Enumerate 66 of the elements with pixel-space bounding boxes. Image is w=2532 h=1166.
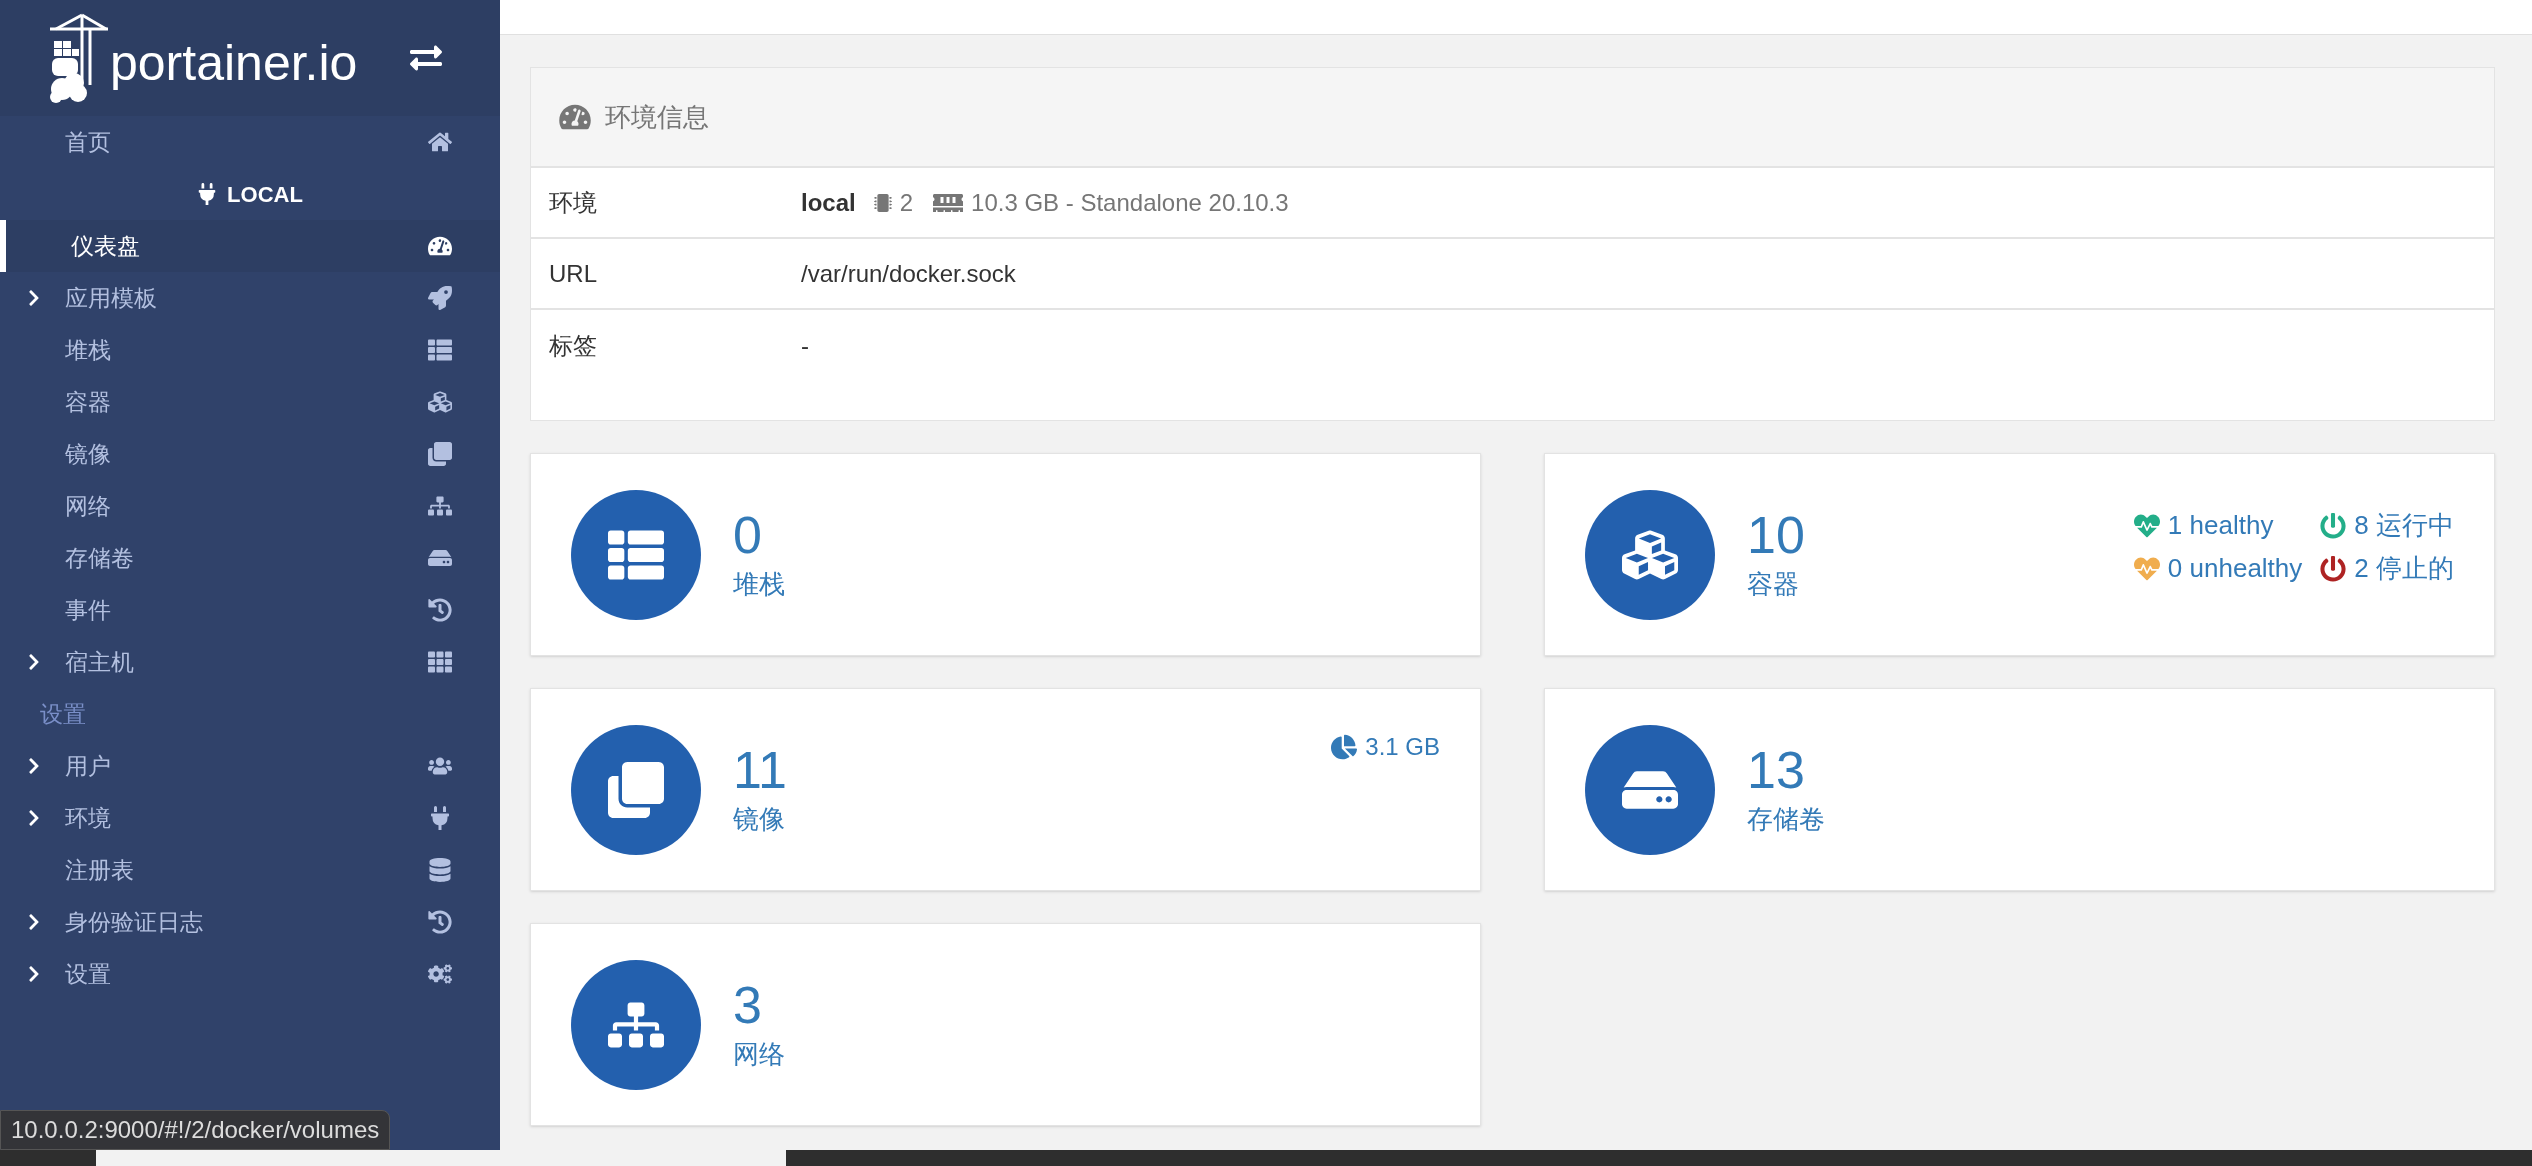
- sidebar-item[interactable]: 镜像: [0, 428, 500, 480]
- widget-count: 13: [1747, 740, 1806, 799]
- environment-details: 10.3 GB - Standalone 20.10.3: [971, 187, 1289, 218]
- gauge-icon: [428, 234, 452, 258]
- widget-card[interactable]: 3 网络: [530, 923, 1481, 1126]
- rocket-icon: [428, 286, 452, 310]
- status-text: 1 healthy: [2167, 509, 2274, 542]
- database-icon: [428, 858, 452, 882]
- sidebar-item[interactable]: 堆栈: [0, 324, 500, 376]
- panel-title: 环境信息: [605, 100, 709, 134]
- row-label: URL: [549, 258, 598, 289]
- row-label: 环境: [549, 187, 598, 218]
- endpoint-heading: LOCAL: [227, 180, 303, 209]
- sidebar-item[interactable]: 网络: [0, 480, 500, 532]
- grid-icon: [428, 650, 452, 674]
- plug-icon: [428, 806, 452, 830]
- list-icon: [428, 338, 452, 362]
- pie-icon: [1331, 734, 1358, 760]
- sidebar-item[interactable]: 仪表盘: [0, 220, 500, 272]
- sidebar-item[interactable]: 事件: [0, 584, 500, 636]
- home-icon: [428, 130, 452, 154]
- sidebar-item[interactable]: 环境: [0, 792, 500, 844]
- widget-count: 3: [733, 975, 763, 1034]
- sidebar-item[interactable]: 应用模板: [0, 272, 500, 324]
- sidebar-item[interactable]: 存储卷: [0, 532, 500, 584]
- widget-card[interactable]: 11 镜像 3.1 GB: [530, 688, 1481, 891]
- widget-label: 堆栈: [733, 567, 785, 601]
- sidebar-item[interactable]: 用户: [0, 740, 500, 792]
- section-heading: 设置: [40, 699, 86, 729]
- widget-card[interactable]: 10 容器 1 healthy 8 运行中 0 unhealthy 2 停止的: [1544, 453, 2495, 656]
- sidebar-item[interactable]: 身份验证日志: [0, 896, 500, 948]
- logo-icon: [48, 13, 108, 103]
- logo-text: portainer.io: [110, 33, 359, 93]
- size-text: 3.1 GB: [1365, 732, 1440, 762]
- sidebar-item[interactable]: 设置: [0, 948, 500, 1000]
- status-text: 2 停止的: [2354, 552, 2454, 585]
- sidebar-item[interactable]: 首页: [0, 116, 500, 168]
- copy-icon: [608, 761, 664, 818]
- widget-card[interactable]: 13 存储卷: [1544, 688, 2495, 891]
- settings-icon: [428, 962, 452, 986]
- copy-icon: [428, 442, 452, 466]
- row-label: 标签: [549, 331, 598, 361]
- row-value: -: [801, 331, 809, 361]
- status-text: 8 运行中: [2354, 509, 2454, 542]
- sidebar-item[interactable]: 宿主机: [0, 636, 500, 688]
- sidebar-item[interactable]: 容器: [0, 376, 500, 428]
- history-icon: [428, 910, 452, 934]
- status-tooltip: 10.0.0.2:9000/#!/2/docker/volumes: [0, 1110, 391, 1150]
- environment-name: local: [801, 187, 856, 218]
- plug-icon: [197, 183, 218, 205]
- status-text: 0 unhealthy: [2167, 552, 2303, 585]
- widget-label: 镜像: [733, 802, 786, 836]
- widget-count: 10: [1747, 505, 1805, 564]
- gauge-icon: [559, 103, 591, 131]
- widget-label: 存储卷: [1747, 802, 1825, 836]
- history-icon: [428, 598, 452, 622]
- widget-label: 容器: [1747, 567, 1800, 601]
- cubes-icon: [428, 390, 452, 414]
- widget-card[interactable]: 0 堆栈: [530, 453, 1481, 656]
- cpu-count: 2: [899, 187, 914, 218]
- widget-label: 网络: [733, 1037, 785, 1071]
- row-value: /var/run/docker.sock: [801, 258, 1016, 289]
- sitemap-icon: [428, 494, 452, 518]
- widget-count: 0: [733, 505, 763, 564]
- sidebar-item[interactable]: 注册表: [0, 844, 500, 896]
- widget-count: 11: [733, 740, 787, 799]
